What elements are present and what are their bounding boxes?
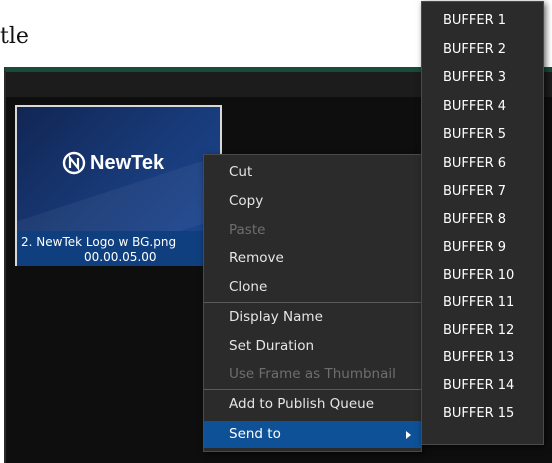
- media-clip-tile[interactable]: NewTek 2. NewTek Logo w BG.png 00.00.05.…: [15, 105, 222, 266]
- submenu-item-buffer-5[interactable]: BUFFER 5: [422, 121, 543, 148]
- menu-item-add-to-publish-queue[interactable]: Add to Publish Queue: [204, 391, 421, 418]
- submenu-item-buffer-12[interactable]: BUFFER 12: [422, 317, 543, 344]
- menu-item-copy[interactable]: Copy: [204, 188, 421, 215]
- submenu-item-buffer-15[interactable]: BUFFER 15: [422, 400, 543, 427]
- menu-item-set-duration[interactable]: Set Duration: [204, 333, 421, 360]
- menu-item-send-to[interactable]: Send to: [204, 421, 421, 448]
- chevron-right-icon: [406, 431, 411, 439]
- submenu-item-buffer-10[interactable]: BUFFER 10: [422, 262, 543, 289]
- menu-item-display-name[interactable]: Display Name: [204, 304, 421, 331]
- newtek-logo-icon: [62, 151, 86, 175]
- clip-thumbnail[interactable]: NewTek: [17, 107, 220, 231]
- submenu-item-buffer-2[interactable]: BUFFER 2: [422, 36, 543, 63]
- submenu-item-buffer-7[interactable]: BUFFER 7: [422, 178, 543, 205]
- submenu-item-buffer-11[interactable]: BUFFER 11: [422, 289, 543, 316]
- menu-item-clone[interactable]: Clone: [204, 274, 421, 301]
- submenu-item-buffer-13[interactable]: BUFFER 13: [422, 344, 543, 371]
- document-title-fragment: tle: [0, 24, 29, 49]
- submenu-item-buffer-6[interactable]: BUFFER 6: [422, 150, 543, 177]
- newtek-logo: NewTek: [62, 151, 164, 175]
- submenu-item-buffer-14[interactable]: BUFFER 14: [422, 372, 543, 399]
- clip-name: 2. NewTek Logo w BG.png: [21, 235, 177, 249]
- menu-item-cut[interactable]: Cut: [204, 159, 421, 186]
- clip-info: 2. NewTek Logo w BG.png 00.00.05.00: [17, 231, 220, 266]
- menu-item-remove[interactable]: Remove: [204, 245, 421, 272]
- menu-separator: [204, 302, 421, 303]
- context-menu: Cut Copy Paste Remove Clone Display Name…: [203, 154, 422, 452]
- submenu-item-buffer-8[interactable]: BUFFER 8: [422, 206, 543, 233]
- submenu-item-buffer-3[interactable]: BUFFER 3: [422, 64, 543, 91]
- send-to-submenu: BUFFER 1 BUFFER 2 BUFFER 3 BUFFER 4 BUFF…: [421, 1, 544, 445]
- menu-item-send-to-label: Send to: [229, 426, 281, 442]
- submenu-item-buffer-4[interactable]: BUFFER 4: [422, 93, 543, 120]
- menu-separator: [204, 389, 421, 390]
- logo-text: NewTek: [90, 151, 165, 174]
- submenu-item-buffer-1[interactable]: BUFFER 1: [422, 7, 543, 34]
- submenu-item-buffer-9[interactable]: BUFFER 9: [422, 234, 543, 261]
- clip-duration: 00.00.05.00: [84, 250, 157, 264]
- menu-item-paste: Paste: [229, 222, 266, 238]
- menu-item-use-frame-as-thumbnail: Use Frame as Thumbnail: [229, 366, 396, 382]
